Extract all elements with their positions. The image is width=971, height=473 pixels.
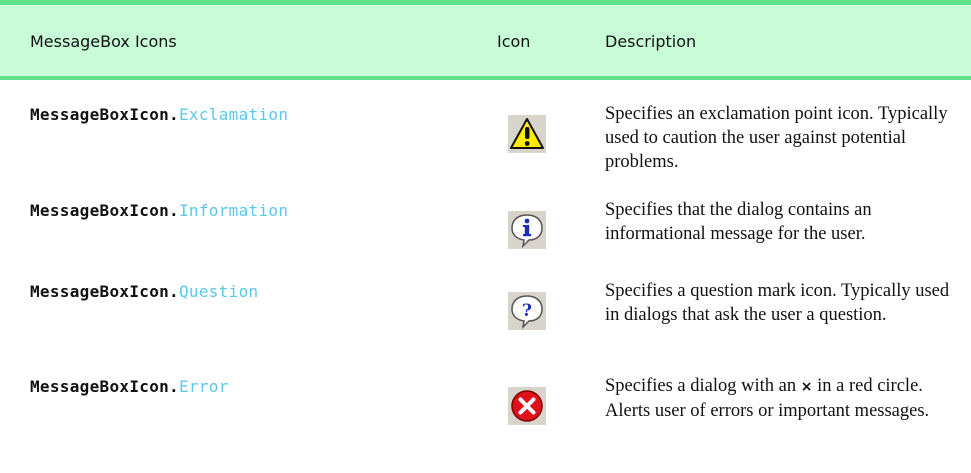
enum-name: MessageBoxIcon.Error [30, 377, 229, 396]
row-description: Specifies a question mark icon. Typicall… [605, 281, 950, 325]
header-description: Description [605, 32, 697, 51]
enum-member: Exclamation [179, 105, 289, 124]
description-text: Specifies a dialog with an [605, 376, 797, 396]
header-icon: Icon [497, 32, 531, 51]
row-description: Specifies an exclamation point icon. Typ… [605, 104, 948, 172]
question-icon: ? [507, 291, 547, 331]
warning-icon [507, 114, 547, 154]
information-icon [507, 210, 547, 250]
table-header-rule [0, 76, 971, 80]
enum-name: MessageBoxIcon.Information [30, 201, 288, 220]
enum-member: Information [179, 201, 289, 220]
header-messagebox-icons: MessageBox Icons [30, 32, 177, 51]
x-mark: × [800, 379, 813, 395]
enum-name: MessageBoxIcon.Question [30, 282, 258, 301]
svg-text:?: ? [522, 301, 532, 321]
enum-member: Error [179, 377, 229, 396]
error-icon [507, 386, 547, 426]
enum-name: MessageBoxIcon.Exclamation [30, 105, 288, 124]
row-description: Specifies a dialog with an × in a red ci… [605, 374, 960, 423]
enum-prefix: MessageBoxIcon. [30, 105, 179, 124]
row-description: Specifies that the dialog contains an in… [605, 200, 872, 244]
enum-prefix: MessageBoxIcon. [30, 282, 179, 301]
table-header: MessageBox Icons Icon Description [0, 5, 971, 76]
enum-prefix: MessageBoxIcon. [30, 377, 179, 396]
enum-member: Question [179, 282, 259, 301]
enum-prefix: MessageBoxIcon. [30, 201, 179, 220]
